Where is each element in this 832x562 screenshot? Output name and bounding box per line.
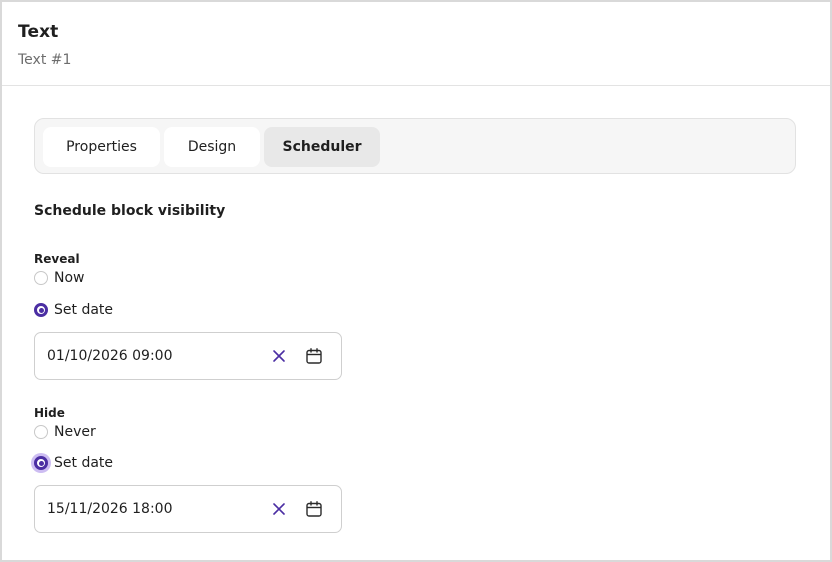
tab-design[interactable]: Design — [164, 127, 260, 167]
hide-set-date-label: Set date — [54, 455, 114, 471]
hide-never-option[interactable]: Never — [34, 424, 96, 440]
section-heading: Schedule block visibility — [34, 203, 226, 219]
reveal-set-date-label: Set date — [54, 302, 114, 318]
tab-bar: Properties Design Scheduler — [34, 118, 796, 174]
reveal-set-date-radio[interactable] — [34, 303, 48, 317]
hide-label: Hide — [34, 406, 65, 420]
tab-properties[interactable]: Properties — [43, 127, 160, 167]
reveal-label: Reveal — [34, 252, 80, 266]
block-settings-panel: Text Text #1 Properties Design Scheduler… — [0, 0, 832, 562]
reveal-date-value[interactable]: 01/10/2026 09:00 — [47, 348, 173, 364]
reveal-now-option[interactable]: Now — [34, 270, 85, 286]
tab-scheduler[interactable]: Scheduler — [264, 127, 380, 167]
reveal-date-field[interactable]: 01/10/2026 09:00 — [34, 332, 342, 380]
reveal-set-date-option[interactable]: Set date — [34, 302, 113, 318]
hide-set-date-radio[interactable] — [34, 456, 48, 470]
reveal-now-label: Now — [54, 270, 85, 286]
panel-subtitle: Text #1 — [18, 52, 72, 68]
close-icon[interactable] — [271, 500, 287, 518]
panel-header: Text Text #1 — [2, 2, 830, 86]
hide-never-radio[interactable] — [34, 425, 48, 439]
reveal-now-radio[interactable] — [34, 271, 48, 285]
calendar-icon[interactable] — [305, 500, 323, 518]
close-icon[interactable] — [271, 347, 287, 365]
hide-never-label: Never — [54, 424, 96, 440]
calendar-icon[interactable] — [305, 347, 323, 365]
panel-title: Text — [18, 22, 59, 42]
hide-date-field[interactable]: 15/11/2026 18:00 — [34, 485, 342, 533]
hide-set-date-option[interactable]: Set date — [34, 455, 113, 471]
hide-date-value[interactable]: 15/11/2026 18:00 — [47, 501, 173, 517]
